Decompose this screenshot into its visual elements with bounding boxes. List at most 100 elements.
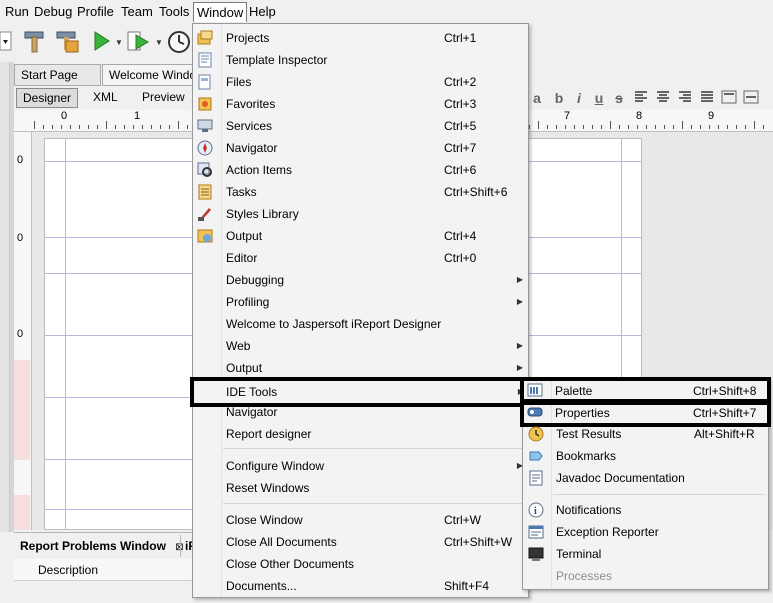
- align-right-icon[interactable]: [676, 89, 694, 107]
- designer-view-button[interactable]: Designer: [16, 88, 79, 108]
- styles-library-icon: [197, 206, 213, 222]
- submenu-item-bookmarks[interactable]: Bookmarks: [523, 445, 768, 467]
- menu-item-template-inspector[interactable]: Template Inspector: [193, 49, 528, 71]
- menu-item-documents[interactable]: Documents... Shift+F4: [193, 575, 528, 597]
- menu-item-label: Editor: [226, 251, 258, 265]
- window-menu: Projects Ctrl+1 Template Inspector Files…: [190, 23, 531, 598]
- files-icon: [197, 74, 213, 90]
- ruler-number: 1: [134, 110, 141, 122]
- submenu-item-terminal[interactable]: Terminal: [523, 543, 768, 565]
- submenu-item-test-results[interactable]: Test Results Alt+Shift+R: [523, 423, 768, 445]
- palette-icon: [527, 382, 543, 398]
- menu-window[interactable]: Window: [193, 2, 248, 22]
- column-header-description[interactable]: Description: [14, 559, 200, 581]
- menu-item-label: Services: [226, 119, 273, 133]
- submenu-item-palette[interactable]: Palette Ctrl+Shift+8: [520, 377, 771, 405]
- frame-top-icon[interactable]: [720, 89, 738, 107]
- menu-debug[interactable]: Debug: [31, 2, 75, 22]
- run-dropdown-icon[interactable]: ▼: [115, 38, 123, 47]
- menu-item-files[interactable]: Files Ctrl+2: [193, 71, 528, 93]
- tab-start-page[interactable]: Start Page ⊠: [14, 64, 101, 102]
- menu-separator: [223, 503, 523, 504]
- menu-item-configure-window[interactable]: Configure Window ▶: [193, 455, 528, 477]
- menu-item-services[interactable]: Services Ctrl+5: [193, 115, 528, 137]
- ruler-tick: [133, 125, 134, 129]
- menu-item-tasks[interactable]: Tasks Ctrl+Shift+6: [193, 181, 528, 203]
- bookmarks-icon: [528, 448, 544, 464]
- ruler-tick: [700, 125, 701, 129]
- ruler-tick: [79, 125, 80, 129]
- menu-item-projects[interactable]: Projects Ctrl+1: [193, 27, 528, 49]
- xml-view-button[interactable]: XML: [87, 88, 124, 108]
- menu-item-favorites[interactable]: Favorites Ctrl+3: [193, 93, 528, 115]
- menu-item-navigator-submenu[interactable]: Navigator: [193, 401, 528, 423]
- services-icon: [197, 118, 213, 134]
- menu-item-label: Debugging: [226, 273, 285, 287]
- ruler-tick: [88, 125, 89, 129]
- menu-run[interactable]: Run: [2, 2, 32, 22]
- preview-view-button[interactable]: Preview: [136, 88, 191, 108]
- menu-help[interactable]: Help: [246, 2, 279, 22]
- italic-a-icon[interactable]: a: [528, 89, 546, 107]
- ruler-tick: [52, 125, 53, 129]
- action-items-icon: [197, 162, 213, 178]
- menu-profile[interactable]: Profile: [74, 2, 117, 22]
- menu-item-report-designer[interactable]: Report designer: [193, 423, 528, 445]
- menu-item-shortcut: Ctrl+5: [444, 119, 477, 133]
- template-inspector-icon: [197, 52, 213, 68]
- menu-item-profiling[interactable]: Profiling ▶: [193, 291, 528, 313]
- menu-item-label: Welcome to Jaspersoft iReport Designer: [226, 317, 442, 331]
- submenu-item-notifications[interactable]: i Notifications: [523, 499, 768, 521]
- menu-item-styles-library[interactable]: Styles Library: [193, 203, 528, 225]
- run-icon[interactable]: [89, 28, 115, 54]
- menu-item-label: Profiling: [226, 295, 270, 309]
- menu-item-debugging[interactable]: Debugging ▶: [193, 269, 528, 291]
- menu-item-action-items[interactable]: Action Items Ctrl+6: [193, 159, 528, 181]
- debug-dropdown-icon[interactable]: ▼: [155, 38, 163, 47]
- align-justify-icon[interactable]: [698, 89, 716, 107]
- submenu-item-properties[interactable]: Properties Ctrl+Shift+7: [520, 399, 771, 427]
- submenu-arrow-icon: ▶: [516, 297, 523, 306]
- align-left-icon[interactable]: [632, 89, 650, 107]
- menu-team[interactable]: Team: [118, 2, 156, 22]
- menu-item-reset-windows[interactable]: Reset Windows: [193, 477, 528, 499]
- menu-item-label: Configure Window: [226, 459, 325, 473]
- menu-item-shortcut: Ctrl+6: [444, 163, 477, 177]
- menu-item-welcome[interactable]: Welcome to Jaspersoft iReport Designer: [193, 313, 528, 335]
- strikethrough-icon[interactable]: s: [610, 89, 628, 107]
- ruler-tick: [601, 125, 602, 129]
- underline-icon[interactable]: u: [590, 89, 608, 107]
- debug-icon[interactable]: [126, 28, 152, 54]
- properties-icon: [527, 404, 543, 420]
- menu-item-label: Template Inspector: [226, 53, 328, 67]
- build-hammer-icon[interactable]: [22, 28, 48, 54]
- menu-item-close-other-documents[interactable]: Close Other Documents: [193, 553, 528, 575]
- frame-middle-icon[interactable]: [742, 89, 760, 107]
- menu-item-editor[interactable]: Editor Ctrl+0: [193, 247, 528, 269]
- ruler-tick: [70, 125, 71, 129]
- italic-icon[interactable]: i: [570, 89, 588, 107]
- bold-icon[interactable]: b: [550, 89, 568, 107]
- ruler-tick: [124, 125, 125, 129]
- menu-item-close-window[interactable]: Close Window Ctrl+W: [193, 509, 528, 531]
- menu-item-navigator[interactable]: Navigator Ctrl+7: [193, 137, 528, 159]
- menu-item-web[interactable]: Web ▶: [193, 335, 528, 357]
- dropdown-icon[interactable]: [0, 28, 12, 54]
- ruler-tick: [592, 125, 593, 129]
- margin-band: [14, 495, 30, 530]
- menu-tools[interactable]: Tools: [156, 2, 192, 22]
- clean-build-icon[interactable]: [54, 28, 80, 54]
- menu-item-output-submenu[interactable]: Output ▶: [193, 357, 528, 379]
- profile-icon[interactable]: [166, 28, 192, 54]
- menu-item-label: Report designer: [226, 427, 312, 441]
- align-center-icon[interactable]: [654, 89, 672, 107]
- menu-item-label: Documents...: [226, 579, 297, 593]
- ide-tools-submenu: Palette Ctrl+Shift+8 Properties Ctrl+Shi…: [520, 377, 771, 590]
- submenu-item-exception-reporter[interactable]: Exception Reporter: [523, 521, 768, 543]
- menu-item-close-all-documents[interactable]: Close All Documents Ctrl+Shift+W: [193, 531, 528, 553]
- menu-item-shortcut: Ctrl+Shift+6: [444, 185, 508, 199]
- menu-item-output[interactable]: Output Ctrl+4: [193, 225, 528, 247]
- designer-view-switcher: Designer XML Preview: [14, 86, 214, 110]
- submenu-item-javadoc-documentation[interactable]: Javadoc Documentation: [523, 467, 768, 489]
- tab-report-problems[interactable]: Report Problems Window ⊠: [16, 535, 188, 557]
